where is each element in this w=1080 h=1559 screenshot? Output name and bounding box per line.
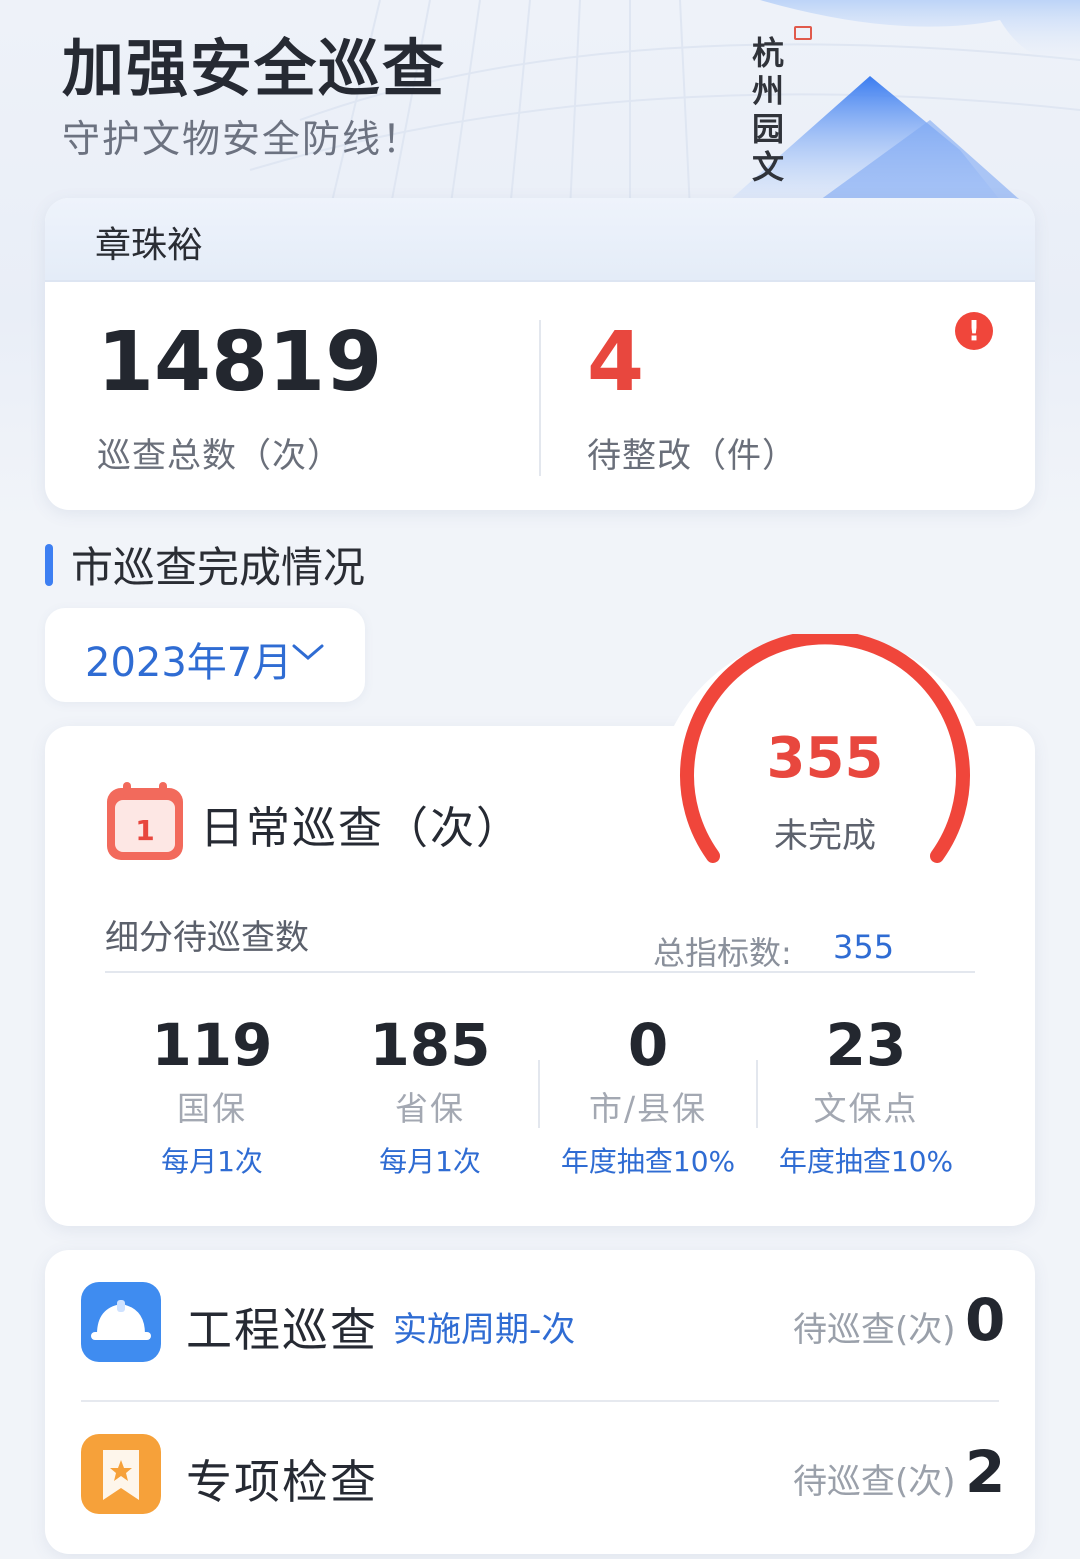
helmet-icon: [81, 1282, 161, 1362]
section-accent-bar: [45, 544, 53, 586]
pending-fix-label: 待整改（件）: [587, 436, 797, 476]
list-item-pending-label: 待巡查(次): [793, 1462, 956, 1502]
list-item-count: 0: [965, 1286, 1006, 1354]
pending-fix-value: 4: [587, 315, 645, 410]
total-patrols-label: 巡查总数（次）: [97, 436, 342, 476]
section-title: 市巡查完成情况: [71, 543, 366, 592]
list-item-engineering[interactable]: 工程巡查 实施周期-次 待巡查(次) 0: [81, 1250, 1005, 1390]
category-national[interactable]: 119 国保 每月1次: [103, 1012, 321, 1180]
total-target-value: 355: [833, 928, 895, 966]
calendar-day: 1: [135, 814, 154, 847]
chevron-down-icon: [292, 644, 324, 660]
category-frequency: 年度抽查10%: [560, 1145, 736, 1178]
daily-patrol-title: 日常巡查（次）: [200, 803, 522, 854]
category-name: 市/县保: [588, 1089, 708, 1128]
list-item-special[interactable]: 专项检查 待巡查(次) 2: [81, 1402, 1005, 1542]
category-value: 23: [825, 1011, 907, 1079]
completion-gauge: 355 未完成: [655, 634, 995, 894]
hero-title: 加强安全巡查: [62, 32, 447, 105]
alert-icon: !: [955, 312, 993, 350]
stat-divider: [539, 320, 541, 476]
category-frequency: 年度抽查10%: [778, 1145, 954, 1178]
category-relic-site[interactable]: 23 文保点 年度抽查10%: [757, 1012, 975, 1180]
category-city-county[interactable]: 0 市/县保 年度抽查10%: [539, 1012, 757, 1180]
calligraphy-text: 杭州园文: [752, 34, 785, 186]
list-item-title: 工程巡查: [186, 1303, 378, 1357]
category-name: 省保: [395, 1089, 465, 1128]
list-item-pending-label: 待巡查(次): [793, 1310, 956, 1350]
pending-breakdown-title: 细分待巡查数: [105, 918, 309, 958]
category-name: 文保点: [813, 1089, 919, 1128]
category-name: 国保: [177, 1089, 247, 1128]
list-item-title: 专项检查: [186, 1455, 378, 1509]
total-target-label: 总指标数:: [653, 934, 792, 972]
category-value: 119: [151, 1011, 273, 1079]
category-value: 0: [627, 1011, 669, 1079]
hero-subtitle: 守护文物安全防线！: [62, 117, 423, 161]
total-patrols-value: 14819: [97, 315, 383, 410]
category-frequency: 每月1次: [379, 1145, 481, 1178]
list-item-tag: 实施周期-次: [393, 1310, 576, 1350]
calendar-icon: 1: [107, 782, 183, 860]
inspection-list-card: 工程巡查 实施周期-次 待巡查(次) 0 专项检查 待巡查(次) 2: [45, 1250, 1035, 1554]
list-item-count: 2: [965, 1438, 1006, 1506]
user-summary-card: 章珠裕 14819 巡查总数（次） 4 待整改（件） !: [45, 198, 1035, 510]
category-value: 185: [369, 1011, 491, 1079]
category-provincial[interactable]: 185 省保 每月1次: [321, 1012, 539, 1180]
pending-fix-stat[interactable]: 4 待整改（件）: [587, 318, 797, 477]
gauge-value: 355: [766, 726, 884, 791]
user-name: 章珠裕: [45, 198, 1035, 282]
month-selector-value: 2023年7月: [85, 640, 293, 686]
divider: [105, 971, 975, 973]
bookmark-star-icon: [81, 1434, 161, 1514]
total-patrols-stat[interactable]: 14819 巡查总数（次）: [97, 318, 382, 477]
gauge-label: 未完成: [774, 816, 876, 856]
seal-stamp: [794, 26, 812, 40]
category-frequency: 每月1次: [161, 1145, 263, 1178]
